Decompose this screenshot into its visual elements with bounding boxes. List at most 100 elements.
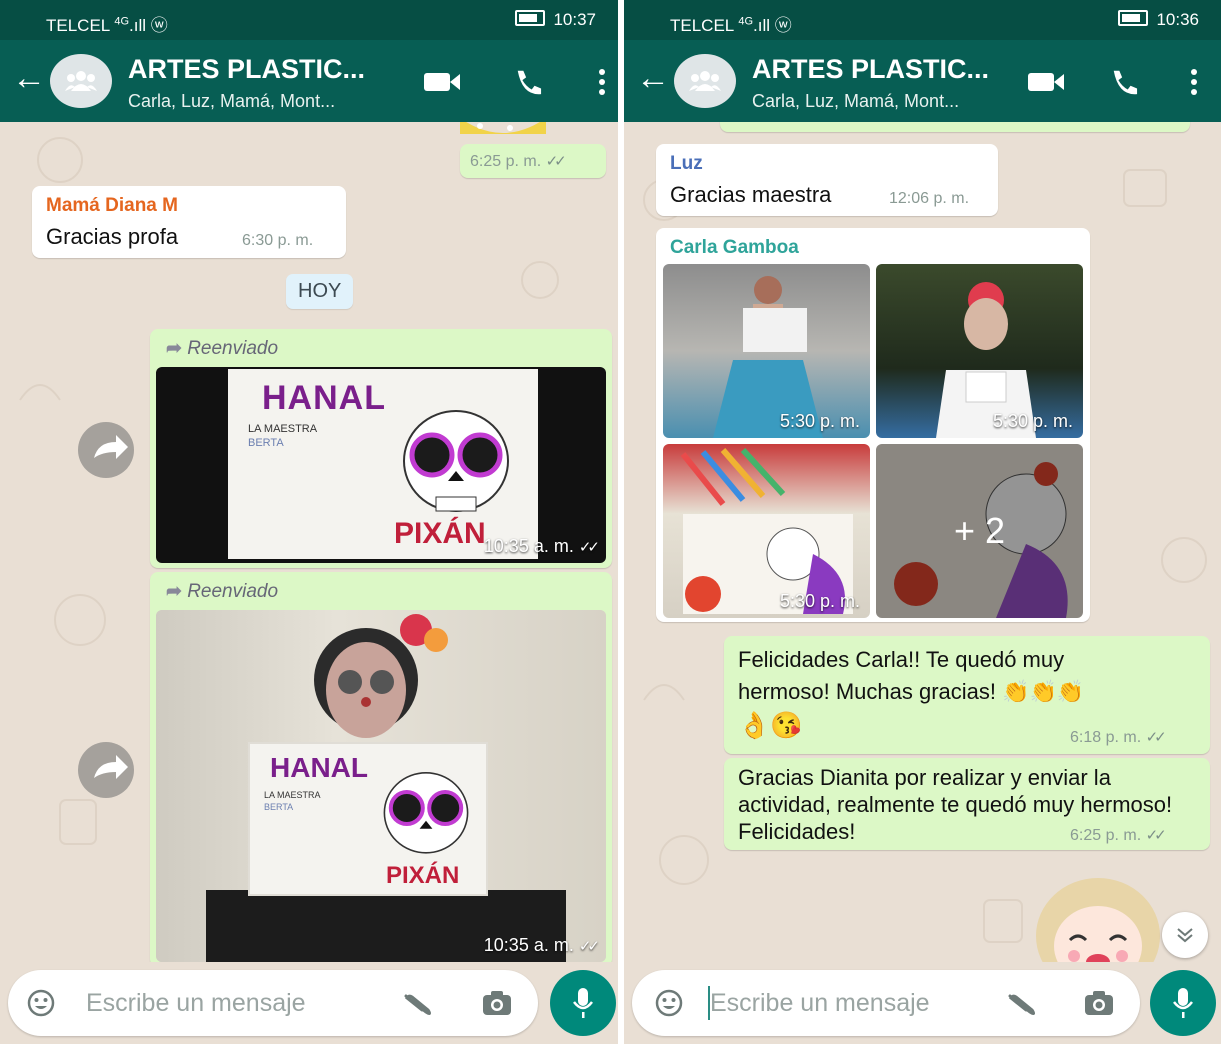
battery-icon xyxy=(1118,10,1149,26)
video-call-icon[interactable] xyxy=(422,68,462,96)
battery-icon xyxy=(515,10,546,26)
mic-button[interactable] xyxy=(1150,970,1216,1036)
chat-header[interactable]: ← ARTES PLASTIC... Carla, Luz, Mamá, Mon… xyxy=(0,40,618,122)
status-bar: TELCEL 4G.ıll ⓦ 10:36 xyxy=(624,0,1221,40)
group-members[interactable]: Carla, Luz, Mamá, Mont... xyxy=(128,91,335,112)
back-arrow-icon[interactable]: ← xyxy=(636,60,670,96)
more-options-icon[interactable] xyxy=(1190,68,1198,96)
sender-name: Mamá Diana M xyxy=(46,195,178,216)
image-time: 5:30 p. m. xyxy=(779,411,860,431)
carrier-label: TELCEL 4G.ıll ⓦ xyxy=(46,15,168,35)
read-ticks-icon: ✓✓ xyxy=(1145,827,1167,844)
poster-name: BERTA xyxy=(264,802,294,812)
share-arrow-icon xyxy=(94,755,128,779)
message-time: 6:18 p. m. ✓✓ xyxy=(1070,729,1167,746)
input-bar: Escribe un mensaje xyxy=(624,962,1221,1044)
back-arrow-icon[interactable]: ← xyxy=(12,60,46,96)
mic-button[interactable] xyxy=(550,970,616,1036)
forward-button[interactable] xyxy=(78,742,134,798)
camera-icon[interactable] xyxy=(1084,990,1114,1016)
status-bar: TELCEL 4G.ıll ⓦ 10:37 xyxy=(0,0,618,40)
message-input[interactable]: Escribe un mensaje xyxy=(710,989,930,1018)
sticker-girl xyxy=(1036,878,1160,962)
message-bubble-outgoing-partial xyxy=(720,122,1190,132)
camera-icon[interactable] xyxy=(482,990,512,1016)
attach-icon[interactable] xyxy=(400,990,434,1018)
album-photo-4-more[interactable]: + 2 xyxy=(876,444,1083,618)
chat-area[interactable]: Luz Gracias maestra 12:06 p. m. Carla Ga… xyxy=(624,122,1221,962)
forward-icon: ➦ xyxy=(166,338,182,359)
group-members[interactable]: Carla, Luz, Mamá, Mont... xyxy=(752,91,959,112)
voice-call-icon[interactable] xyxy=(512,68,544,96)
poster-image: HANAL LA MAESTRA BERTA PIXÁN xyxy=(248,742,488,896)
message-bubble-outgoing[interactable]: 6:25 p. m. ✓✓ xyxy=(460,144,606,178)
message-time: 12:06 p. m. xyxy=(889,190,970,207)
image-thumbnail[interactable]: HANAL LA MAESTRA BERTA PIXÁN 10:35 a. m.… xyxy=(156,610,606,962)
poster-name: BERTA xyxy=(248,437,284,449)
poster-footer: PIXÁN xyxy=(394,517,486,550)
voice-call-icon[interactable] xyxy=(1108,68,1140,96)
forwarded-label: ➦ Reenviado xyxy=(166,338,279,359)
emoji-line: 👌😘 xyxy=(738,710,803,740)
image-time: 10:35 a. m. ✓✓ xyxy=(483,935,600,955)
forward-icon: ➦ xyxy=(166,581,182,602)
message-bubble-outgoing[interactable]: Felicidades Carla!! Te quedó muy hermoso… xyxy=(724,636,1210,754)
message-text: Gracias maestra xyxy=(670,182,832,207)
forwarded-image-message[interactable]: ➦ Reenviado HANAL LA MAESTRA BERTA PIXÁN… xyxy=(150,572,612,962)
album-photo-1[interactable]: 5:30 p. m. xyxy=(663,264,870,438)
album-photo-3[interactable]: 5:30 p. m. xyxy=(663,444,870,618)
chat-header[interactable]: ← ARTES PLASTIC... Carla, Luz, Mamá, Mon… xyxy=(624,40,1221,122)
forward-button[interactable] xyxy=(78,422,134,478)
group-icon xyxy=(689,71,721,91)
image-time: 10:35 a. m. ✓✓ xyxy=(483,536,600,556)
emoji-icon[interactable] xyxy=(654,988,684,1018)
message-text: Gracias profa xyxy=(46,224,179,249)
group-title[interactable]: ARTES PLASTIC... xyxy=(752,54,989,85)
forwarded-label: ➦ Reenviado xyxy=(166,581,279,602)
read-ticks-icon: ✓✓ xyxy=(578,938,600,955)
input-bar: Escribe un mensaje xyxy=(0,962,618,1044)
poster-title: HANAL xyxy=(262,379,386,417)
message-time: 6:25 p. m. ✓✓ xyxy=(1070,827,1167,844)
album-photo-2[interactable]: 5:30 p. m. xyxy=(876,264,1083,438)
clock: 10:37 xyxy=(553,10,596,29)
poster-image: HANAL LA MAESTRA BERTA PIXÁN xyxy=(228,369,538,559)
message-input[interactable]: Escribe un mensaje xyxy=(86,989,306,1018)
read-ticks-icon: ✓✓ xyxy=(1145,729,1167,746)
right-phone-screen: TELCEL 4G.ıll ⓦ 10:36 ← ARTES PLASTIC...… xyxy=(624,0,1221,1044)
clapping-emoji: 👏👏👏 xyxy=(1002,679,1085,704)
chat-area[interactable]: 6:25 p. m. ✓✓ Mamá Diana M Gracias profa… xyxy=(0,122,618,962)
poster-teacher: LA MAESTRA xyxy=(264,790,321,800)
share-arrow-icon xyxy=(94,435,128,459)
forwarded-image-message[interactable]: ➦ Reenviado HANAL LA MAESTRA BERTA PIXÁN… xyxy=(150,329,612,568)
message-input-pill[interactable]: Escribe un mensaje xyxy=(632,970,1140,1036)
clock: 10:36 xyxy=(1156,10,1199,29)
more-options-icon[interactable] xyxy=(598,68,606,96)
sender-name: Luz xyxy=(670,153,703,174)
more-photos-count: + 2 xyxy=(953,510,1006,551)
date-badge: HOY xyxy=(286,274,354,309)
poster-teacher: LA MAESTRA xyxy=(248,423,318,435)
image-thumbnail[interactable]: HANAL LA MAESTRA BERTA PIXÁN 10:35 a. m.… xyxy=(156,367,606,563)
mic-icon xyxy=(1173,988,1193,1018)
poster-footer: PIXÁN xyxy=(386,862,460,889)
group-title[interactable]: ARTES PLASTIC... xyxy=(128,54,365,85)
message-bubble-incoming[interactable]: Mamá Diana M Gracias profa 6:30 p. m. xyxy=(32,186,346,258)
message-bubble-outgoing[interactable]: Gracias Dianita por realizar y enviar la… xyxy=(724,758,1210,850)
read-ticks-icon: ✓✓ xyxy=(545,153,567,170)
message-input-pill[interactable]: Escribe un mensaje xyxy=(8,970,538,1036)
sender-name: Carla Gamboa xyxy=(670,237,799,258)
message-time: 6:25 p. m. ✓✓ xyxy=(470,153,567,170)
mic-icon xyxy=(573,988,593,1018)
group-avatar[interactable] xyxy=(50,54,112,108)
attach-icon[interactable] xyxy=(1004,990,1038,1018)
message-bubble-incoming[interactable]: Luz Gracias maestra 12:06 p. m. xyxy=(656,144,998,216)
message-time: 6:30 p. m. xyxy=(242,232,314,249)
message-text: Felicidades Carla!! Te quedó muy hermoso… xyxy=(738,647,1085,704)
album-message[interactable]: Carla Gamboa 5:30 p. m. 5:30 p. m. 5:30 … xyxy=(656,228,1090,622)
scroll-down-button[interactable] xyxy=(1162,912,1208,958)
group-avatar[interactable] xyxy=(674,54,736,108)
skull-drawing xyxy=(383,772,469,854)
emoji-icon[interactable] xyxy=(26,988,56,1018)
video-call-icon[interactable] xyxy=(1026,68,1066,96)
